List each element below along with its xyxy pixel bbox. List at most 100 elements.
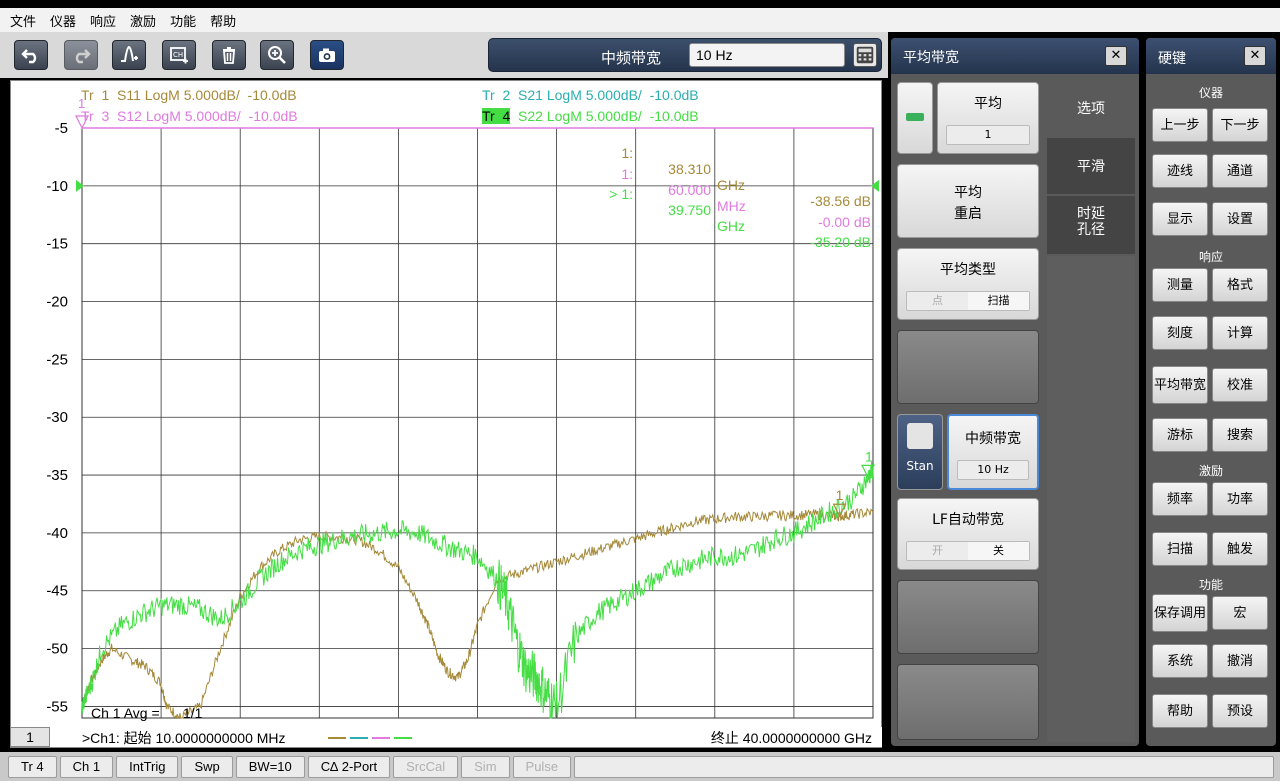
channel-number[interactable]: 1: [10, 727, 50, 747]
status-srccal: SrcCal: [393, 756, 459, 778]
if-bandwidth-softkey-value: 10 Hz: [957, 460, 1029, 480]
key-undo[interactable]: 撤消: [1212, 644, 1268, 678]
calculator-icon: [856, 46, 874, 64]
key-avg-bandwidth[interactable]: 平均带宽: [1152, 366, 1208, 404]
menu-response[interactable]: 响应: [90, 11, 116, 30]
status-channel[interactable]: Ch 1: [59, 756, 114, 778]
zoom-icon: [268, 46, 286, 64]
key-help[interactable]: 帮助: [1152, 694, 1208, 728]
channel-icon: CH: [170, 47, 188, 64]
marker-1-number: 1: [836, 487, 844, 503]
trace-4-label[interactable]: Tr 4 S22 LogM 5.000dB/ -10.0dB: [482, 108, 699, 124]
hardkey-panel: 硬键 ✕ 仪器 上一步 下一步 迹线 通道 显示 设置 响应 测量 格式 刻度 …: [1146, 38, 1276, 746]
marker-1-number: 1: [865, 448, 873, 464]
key-system[interactable]: 系统: [1152, 644, 1208, 678]
status-bandwidth[interactable]: BW=10: [235, 756, 305, 778]
key-search[interactable]: 搜索: [1212, 418, 1268, 452]
average-type-sweep[interactable]: 扫描: [968, 292, 1029, 310]
averaging-toggle[interactable]: [897, 82, 933, 154]
stop-frequency[interactable]: 终止 40.0000000000 GHz: [711, 728, 872, 748]
trace-color-legend: [328, 737, 412, 739]
status-pulse: Pulse: [512, 756, 572, 778]
trace-2-id: Tr 2: [482, 87, 511, 103]
section-stimulus: 激励: [1198, 464, 1223, 478]
key-marker[interactable]: 游标: [1152, 418, 1208, 452]
tab-filler: [1047, 256, 1135, 742]
status-calibration[interactable]: C∆ 2-Port: [307, 756, 391, 778]
key-trigger[interactable]: 触发: [1212, 532, 1268, 566]
average-type-button[interactable]: 平均类型 点 扫描: [897, 248, 1039, 320]
key-measure[interactable]: 测量: [1152, 268, 1208, 302]
status-bar: Tr 4 Ch 1 IntTrig Swp BW=10 C∆ 2-Port Sr…: [0, 752, 1280, 781]
trace-3-def: S12 LogM 5.000dB/ -10.0dB: [117, 108, 298, 124]
calculator-button[interactable]: [853, 43, 877, 67]
tab-options[interactable]: 选项: [1047, 82, 1135, 136]
status-trace[interactable]: Tr 4: [8, 756, 57, 778]
key-channel[interactable]: 通道: [1212, 154, 1268, 188]
key-display[interactable]: 显示: [1152, 202, 1208, 236]
close-softkey-button[interactable]: ✕: [1105, 46, 1127, 66]
section-instrument: 仪器: [1198, 86, 1223, 100]
lf-auto-label: LF自动带宽: [932, 512, 1004, 528]
menu-help[interactable]: 帮助: [210, 11, 236, 30]
marker-readout-3: > 1: 39.750 GHz -35.20 dB: [591, 170, 873, 266]
if-bandwidth-softkey[interactable]: 中频带宽 10 Hz: [947, 414, 1039, 490]
reference-arrow-left: [76, 179, 84, 192]
key-macro[interactable]: 宏: [1212, 596, 1268, 630]
tab-smoothing[interactable]: 平滑: [1047, 138, 1135, 194]
empty-softkey: [897, 664, 1039, 740]
lf-auto-off[interactable]: 关: [968, 542, 1029, 560]
screenshot-button[interactable]: [310, 40, 344, 70]
status-filler: [574, 756, 1274, 778]
key-next-step[interactable]: 下一步: [1212, 108, 1268, 142]
key-preset[interactable]: 预设: [1212, 694, 1268, 728]
key-prev-step[interactable]: 上一步: [1152, 108, 1208, 142]
trace-4-id: Tr 4: [482, 108, 511, 124]
lf-auto-on[interactable]: 开: [907, 542, 968, 560]
menu-bar: 文件 仪器 响应 激励 功能 帮助: [0, 8, 1280, 32]
key-sweep[interactable]: 扫描: [1152, 532, 1208, 566]
y-tick-label: -15: [46, 236, 68, 253]
trace-1-label[interactable]: Tr 1 S11 LogM 5.000dB/ -10.0dB: [81, 87, 297, 103]
key-frequency[interactable]: 频率: [1152, 482, 1208, 516]
status-trigger[interactable]: IntTrig: [116, 756, 179, 778]
trace-2-label[interactable]: Tr 2 S21 LogM 5.000dB/ -10.0dB: [482, 87, 699, 103]
key-save-recall[interactable]: 保存调用: [1152, 594, 1208, 632]
average-restart-button[interactable]: 平均 重启: [897, 164, 1039, 238]
menu-function[interactable]: 功能: [170, 11, 196, 30]
delete-button[interactable]: [212, 40, 246, 70]
tab-delay-aperture[interactable]: 时延 孔径: [1047, 196, 1135, 254]
key-scale[interactable]: 刻度: [1152, 316, 1208, 350]
section-response: 响应: [1198, 250, 1223, 264]
y-tick-label: -5: [55, 120, 68, 137]
stan-toggle[interactable]: Stan: [897, 414, 943, 490]
zoom-button[interactable]: [260, 40, 294, 70]
key-setup[interactable]: 设置: [1212, 202, 1268, 236]
menu-file[interactable]: 文件: [10, 11, 36, 30]
start-frequency[interactable]: >Ch1: 起始 10.0000000000 MHz: [82, 728, 286, 748]
if-bandwidth-input[interactable]: 10 Hz: [689, 43, 845, 67]
trace-display-window[interactable]: -5 -10 -15 -20 -25 -30 -35 -40 -45 -50 -55 1 1 1 Tr 1…: [10, 80, 882, 748]
if-bandwidth-label: 中频带宽: [601, 49, 662, 67]
key-math[interactable]: 计算: [1212, 316, 1268, 350]
status-sweep[interactable]: Swp: [181, 756, 233, 778]
hardkey-title: 硬键: [1158, 51, 1186, 67]
lf-auto-bandwidth-button[interactable]: LF自动带宽 开 关: [897, 498, 1039, 570]
trace-3-label[interactable]: Tr 3 S12 LogM 5.000dB/ -10.0dB: [81, 108, 298, 124]
close-hardkey-button[interactable]: ✕: [1244, 46, 1266, 66]
undo-button[interactable]: [14, 40, 48, 70]
average-type-options: 点 扫描: [906, 291, 1030, 311]
average-type-point[interactable]: 点: [907, 292, 968, 310]
marker-3-idx: > 1:: [609, 186, 633, 202]
menu-instrument[interactable]: 仪器: [50, 11, 76, 30]
key-format[interactable]: 格式: [1212, 268, 1268, 302]
menu-stimulus[interactable]: 激励: [130, 11, 156, 30]
marker-add-button[interactable]: [112, 40, 146, 70]
restart-line-2: 重启: [954, 206, 982, 222]
key-trace[interactable]: 迹线: [1152, 154, 1208, 188]
redo-button[interactable]: [64, 40, 98, 70]
channel-button[interactable]: CH: [162, 40, 196, 70]
key-power[interactable]: 功率: [1212, 482, 1268, 516]
averaging-button[interactable]: 平均 1: [937, 82, 1039, 154]
key-calibration[interactable]: 校准: [1212, 368, 1268, 402]
